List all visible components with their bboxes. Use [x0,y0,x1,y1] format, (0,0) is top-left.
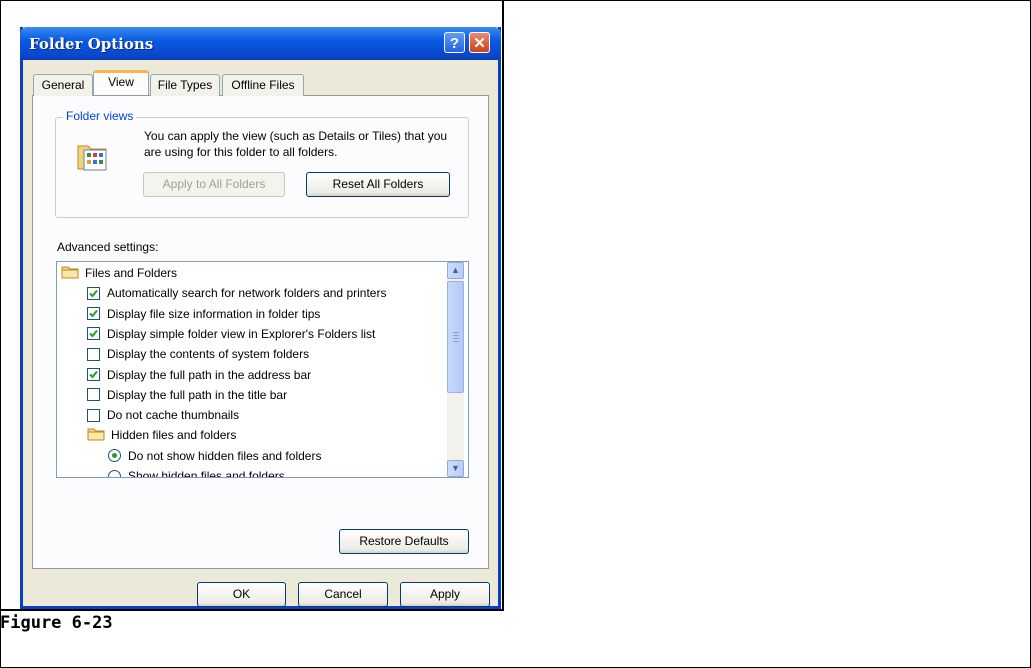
scroll-thumb[interactable] [447,281,464,393]
checkbox-option[interactable]: Automatically search for network folders… [87,283,386,303]
checkbox-option[interactable]: Display file size information in folder … [87,304,320,324]
option-label: Automatically search for network folders… [107,286,387,301]
checkbox-option[interactable]: Display the contents of system folders [87,344,309,364]
option-label: Display the full path in the address bar [107,367,312,382]
folder-views-description: You can apply the view (such as Details … [144,129,448,159]
settings-category: Files and Folders [61,263,177,283]
radio-option[interactable]: Show hidden files and folders [108,466,285,478]
checkbox-checked[interactable] [87,327,100,341]
tab-view[interactable]: View [93,70,149,95]
option-label: Display the contents of system folders [107,347,310,362]
option-label: Display file size information in folder … [107,306,321,321]
window-title: Folder Options [29,35,154,53]
radio-selected[interactable] [108,449,121,463]
option-label: Show hidden files and folders [128,469,285,478]
checkbox-option[interactable]: Do not cache thumbnails [87,405,239,425]
apply-button[interactable]: Apply [400,582,490,607]
folder-views-title: Folder views [63,109,137,123]
option-label: Hidden files and folders [111,428,237,443]
advanced-settings-label: Advanced settings: [57,240,159,254]
tab-file-types[interactable]: File Types [150,74,220,96]
scroll-up-button[interactable]: ▲ [447,262,464,279]
reset-all-folders-button[interactable]: Reset All Folders [306,172,450,197]
ok-button[interactable]: OK [197,582,286,607]
option-label: Do not show hidden files and folders [128,448,322,463]
advanced-settings-list[interactable]: Files and Folders Automatically search fo… [56,261,469,478]
radio-unselected[interactable] [108,469,121,477]
close-button[interactable]: ✕ [469,32,490,53]
apply-to-all-folders-button[interactable]: Apply to All Folders [143,172,285,197]
option-label: Files and Folders [85,266,178,280]
tab-general[interactable]: General [33,74,93,96]
title-bar[interactable]: Folder Options ? ✕ [20,27,501,60]
checkbox-checked[interactable] [87,368,100,381]
figure-caption: Figure 6-23 [0,613,113,633]
vertical-scrollbar[interactable]: ▲ ▼ [447,262,464,477]
checkbox-unchecked[interactable] [87,408,100,422]
checkbox-unchecked[interactable] [87,388,100,402]
folder-icon [61,265,79,282]
option-label: Display the full path in the title bar [107,387,288,402]
restore-defaults-button[interactable]: Restore Defaults [339,529,469,554]
checkbox-option[interactable]: Display simple folder view in Explorer's… [87,324,375,344]
checkbox-option[interactable]: Display the full path in the title bar [87,385,287,405]
help-button[interactable]: ? [444,32,465,53]
checkbox-checked[interactable] [87,307,100,321]
tab-offline-files[interactable]: Offline Files [222,74,304,96]
option-label: Display simple folder view in Explorer's… [107,326,376,341]
radio-option[interactable]: Do not show hidden files and folders [108,446,321,466]
settings-category: Hidden files and folders [87,425,236,445]
checkbox-option[interactable]: Display the full path in the address bar [87,365,311,385]
folder-icon [87,427,105,444]
checkbox-checked[interactable] [87,286,100,300]
cancel-button[interactable]: Cancel [298,582,388,607]
option-label: Do not cache thumbnails [107,408,240,423]
scroll-down-button[interactable]: ▼ [447,460,464,477]
checkbox-unchecked[interactable] [87,347,100,361]
folder-views-icon [77,145,107,171]
